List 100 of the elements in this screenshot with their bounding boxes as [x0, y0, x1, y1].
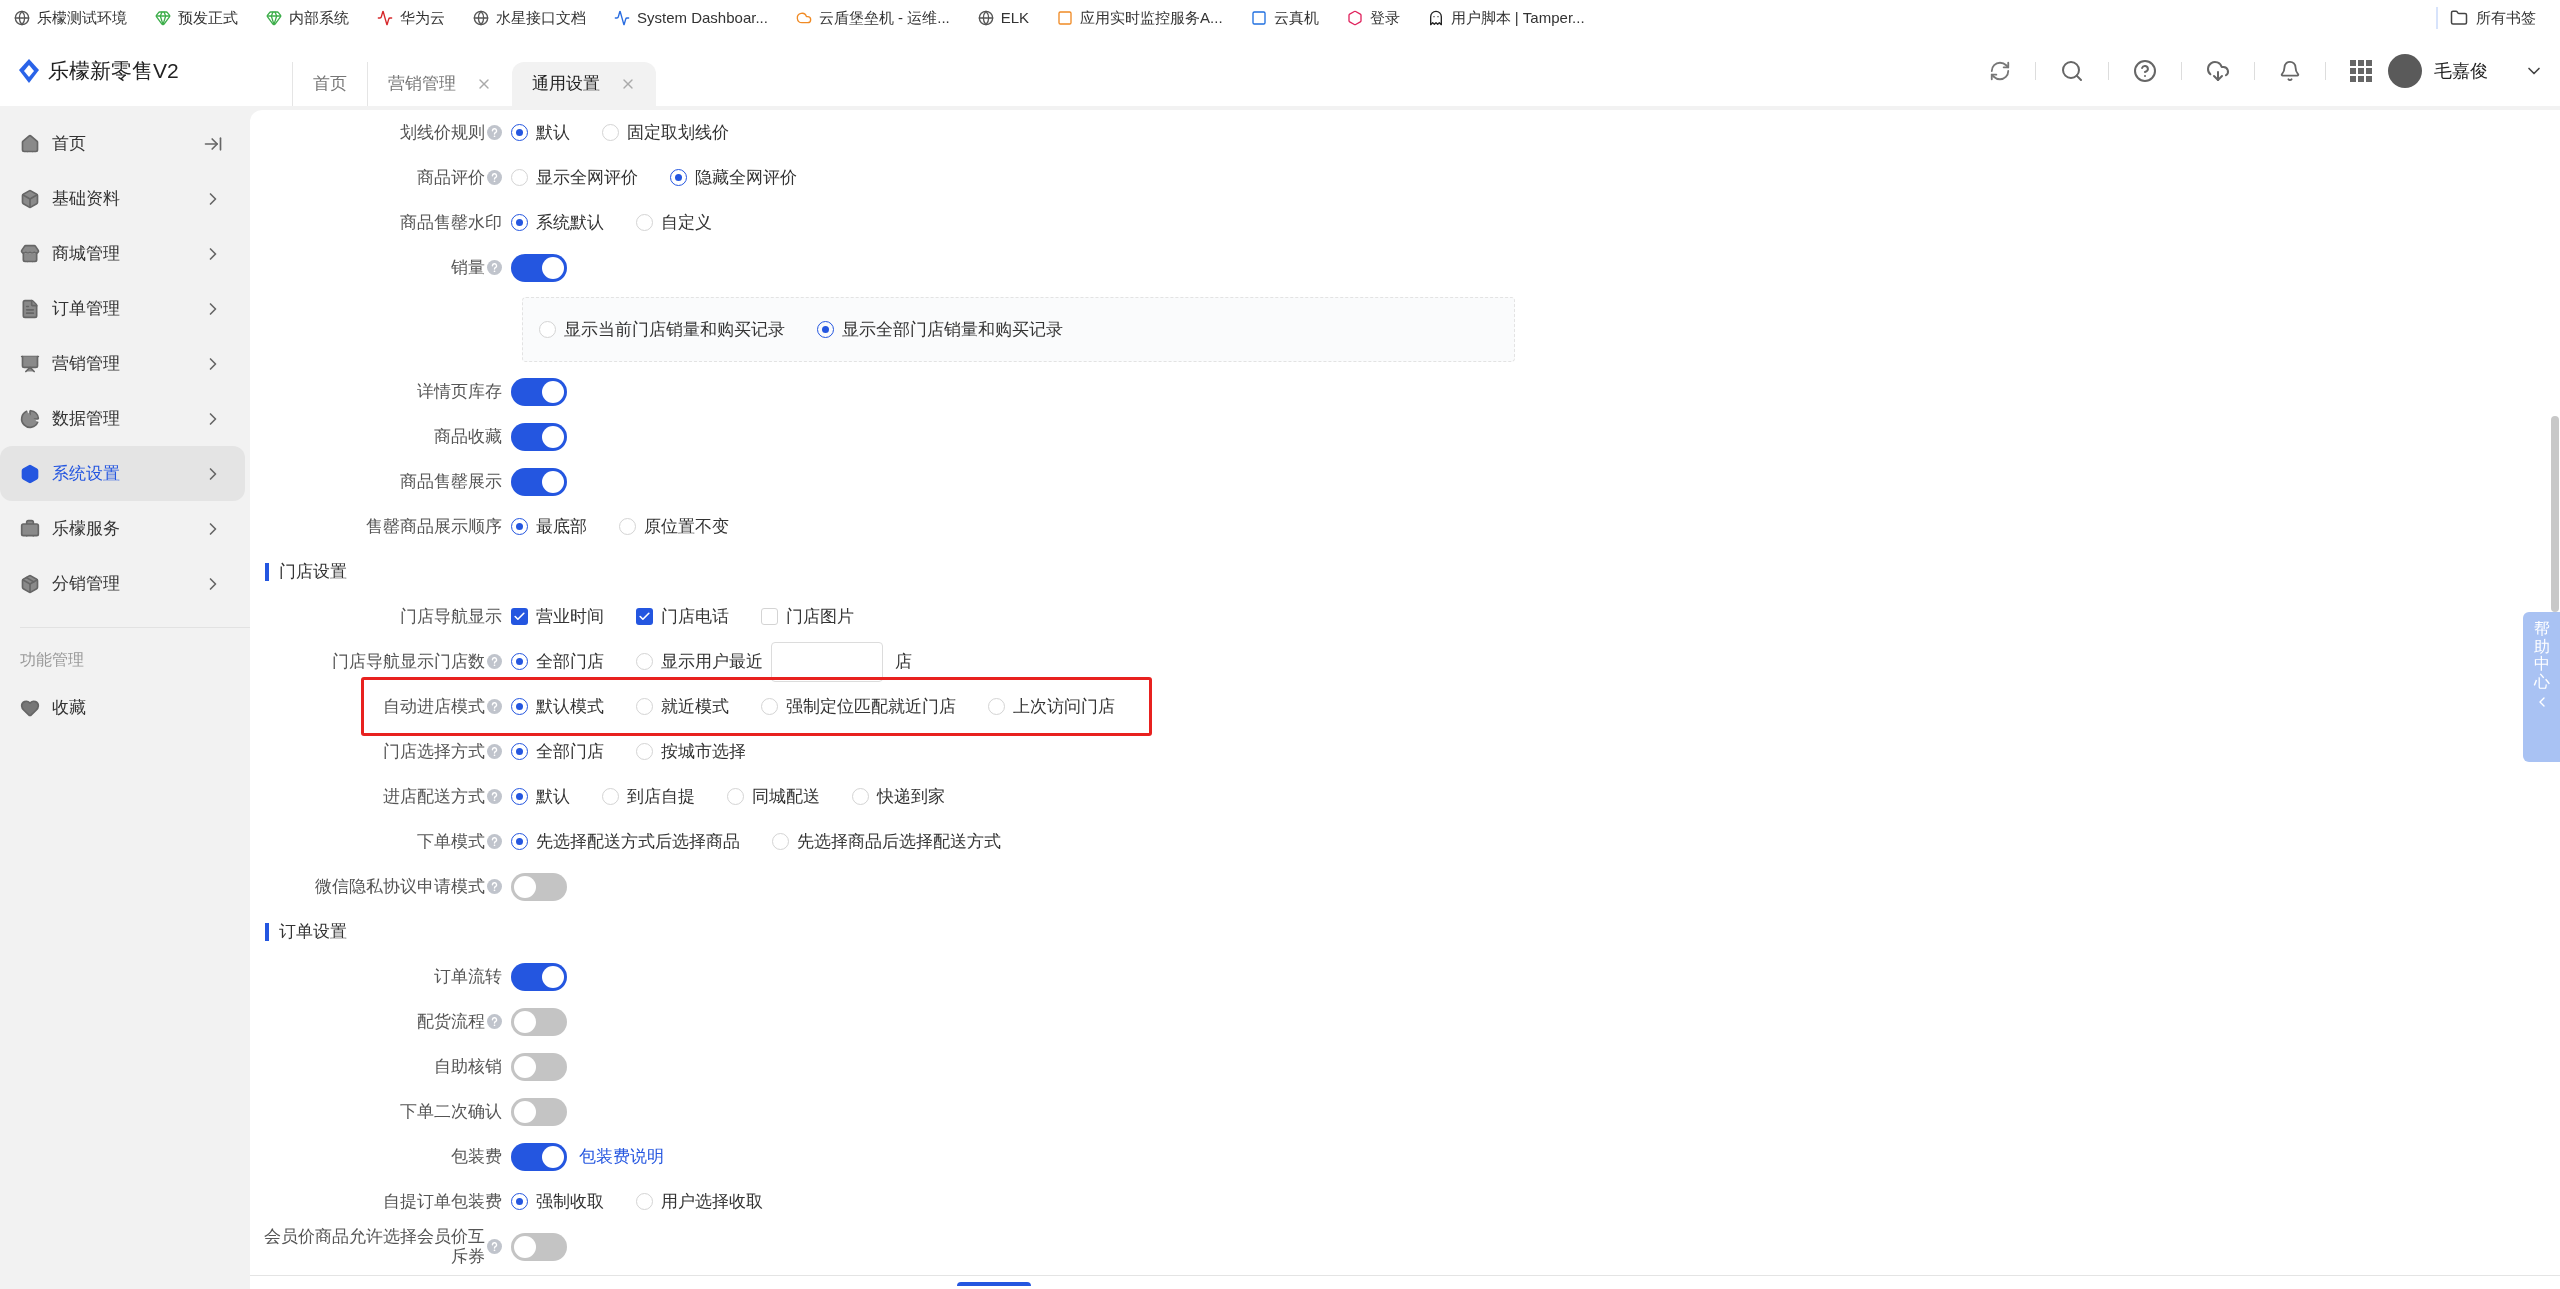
radio-option[interactable]: 显示全部门店销量和购买记录	[817, 316, 1063, 343]
field-label: 售罄商品展示顺序	[366, 516, 502, 537]
toggle-switch[interactable]	[511, 1142, 567, 1171]
field-label: 商品收藏	[434, 426, 502, 447]
hexagon-icon	[1346, 10, 1363, 26]
globe-icon	[473, 10, 489, 26]
radio-option[interactable]: 到店自提	[602, 783, 695, 810]
home-icon	[20, 133, 40, 154]
bookmark[interactable]: 华为云	[377, 6, 445, 30]
radio-option[interactable]: 快递到家	[852, 783, 945, 810]
radio-option[interactable]: 先选择配送方式后选择商品	[511, 828, 740, 855]
toggle-switch[interactable]	[511, 1232, 567, 1261]
radio-option[interactable]: 固定取划线价	[602, 119, 729, 146]
bookmark[interactable]: 乐檬测试环境	[14, 6, 127, 30]
bookmark[interactable]: 云真机	[1250, 6, 1319, 30]
count-input[interactable]	[771, 641, 883, 682]
diamond-icon	[155, 10, 171, 26]
radio-option[interactable]: 强制定位匹配就近门店	[761, 693, 956, 720]
radio-option[interactable]: 上次访问门店	[988, 693, 1115, 720]
nav-tab[interactable]: 通用设置	[512, 62, 656, 106]
field-label: 门店导航显示门店数	[332, 651, 485, 672]
folder-icon	[2450, 9, 2468, 27]
toggle-switch[interactable]	[511, 962, 567, 991]
radio-option[interactable]: 隐藏全网评价	[670, 164, 797, 191]
store-icon	[20, 243, 40, 264]
sidebar-item[interactable]: 订单管理	[0, 281, 245, 336]
toggle-switch[interactable]	[511, 253, 567, 282]
pie-chart-icon	[20, 408, 40, 429]
radio-option[interactable]: 按城市选择	[636, 738, 746, 765]
sidebar-item[interactable]: 商城管理	[0, 226, 245, 281]
section-title: 功能管理	[19, 650, 85, 670]
document-icon	[20, 298, 40, 319]
toggle-switch[interactable]	[511, 872, 567, 901]
sidebar-item[interactable]: 分销管理	[0, 556, 245, 611]
checkbox[interactable]	[636, 608, 653, 625]
help-icon[interactable]	[2133, 59, 2157, 83]
sidebar-item[interactable]: 营销管理	[0, 336, 245, 391]
toggle-switch[interactable]	[511, 1097, 567, 1126]
fee-info-link[interactable]: 包装费说明	[579, 1143, 664, 1170]
sidebar-item[interactable]: 乐檬服务	[0, 501, 245, 556]
bookmark[interactable]: 云盾堡垒机 - 运维...	[795, 6, 950, 30]
checkbox-option[interactable]: 门店电话	[636, 603, 729, 630]
field-label: 会员价商品允许选择会员价互斥券	[263, 1226, 485, 1267]
radio-option[interactable]: 全部门店	[511, 738, 604, 765]
sidebar-item[interactable]: 数据管理	[0, 391, 245, 446]
field-label: 自提订单包装费	[383, 1191, 502, 1212]
field-label: 商品售罄水印	[400, 212, 502, 233]
toggle-switch[interactable]	[511, 377, 567, 406]
sidebar-item[interactable]: 首页	[0, 116, 245, 171]
search-icon[interactable]	[2060, 59, 2084, 83]
radio-option[interactable]: 显示当前门店销量和购买记录	[539, 316, 785, 343]
check-icon	[513, 610, 526, 623]
apps-grid-icon[interactable]	[2350, 60, 2372, 82]
radio-option[interactable]: 默认	[511, 783, 570, 810]
radio-option[interactable]: 显示全网评价	[511, 164, 638, 191]
toggle-switch[interactable]	[511, 1007, 567, 1036]
bookmark[interactable]: 登录	[1346, 6, 1400, 30]
checkbox[interactable]	[761, 608, 778, 625]
radio-option[interactable]: 显示用户最近	[636, 648, 763, 675]
all-bookmarks[interactable]: 所有书签	[2450, 6, 2536, 30]
radio-option[interactable]: 先选择商品后选择配送方式	[772, 828, 1001, 855]
field-label: 进店配送方式	[383, 786, 485, 807]
cube-icon	[20, 188, 40, 209]
toggle-switch[interactable]	[511, 467, 567, 496]
checkbox[interactable]	[511, 608, 528, 625]
radio-option[interactable]: 全部门店	[511, 648, 604, 675]
radio-option[interactable]: 默认模式	[511, 693, 604, 720]
bookmark[interactable]: 应用实时监控服务A...	[1057, 6, 1223, 30]
sidebar-item[interactable]: 系统设置	[0, 446, 245, 501]
radio-option[interactable]: 就近模式	[636, 693, 729, 720]
notification-icon[interactable]	[2279, 60, 2301, 82]
radio-option[interactable]: 最底部	[511, 513, 587, 540]
radio-option[interactable]: 原位置不变	[619, 513, 729, 540]
radio-option[interactable]: 用户选择收取	[636, 1188, 763, 1215]
toggle-switch[interactable]	[511, 422, 567, 451]
cloud-download-icon[interactable]	[2206, 59, 2230, 83]
bookmark[interactable]: ELK	[977, 6, 1030, 30]
radio-option[interactable]: 强制收取	[511, 1188, 604, 1215]
bookmark[interactable]: 预发正式	[155, 6, 238, 30]
checkbox-option[interactable]: 门店图片	[761, 603, 854, 630]
field-label: 详情页库存	[417, 381, 502, 402]
bookmark[interactable]: 水星接口文档	[473, 6, 586, 30]
sidebar-item[interactable]: 基础资料	[0, 171, 245, 226]
briefcase-icon	[20, 518, 40, 539]
cloud-icon	[795, 10, 812, 26]
sidebar-item[interactable]: 收藏	[0, 680, 245, 735]
nav-tab[interactable]: 首页	[292, 62, 367, 106]
refresh-icon[interactable]	[1989, 60, 2011, 82]
field-label: 订单流转	[434, 966, 502, 987]
bookmark[interactable]: 用户脚本 | Tamper...	[1427, 6, 1585, 30]
bookmark[interactable]: System Dashboar...	[614, 6, 768, 30]
avatar[interactable]	[2388, 54, 2422, 88]
checkbox-option[interactable]: 营业时间	[511, 603, 604, 630]
radio-option[interactable]: 同城配送	[727, 783, 820, 810]
bookmark[interactable]: 内部系统	[266, 6, 349, 30]
radio-option[interactable]: 自定义	[636, 209, 712, 236]
radio-option[interactable]: 默认	[511, 119, 570, 146]
toggle-switch[interactable]	[511, 1052, 567, 1081]
field-label: 销量	[451, 257, 485, 278]
radio-option[interactable]: 系统默认	[511, 209, 604, 236]
